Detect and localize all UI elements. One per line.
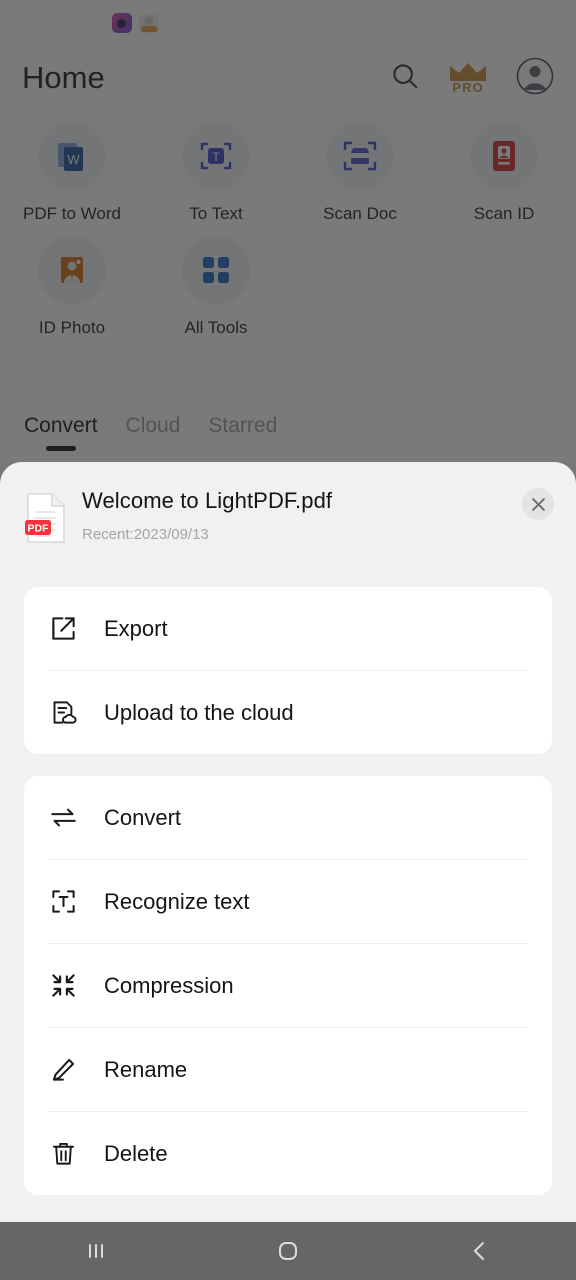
back-icon[interactable]	[384, 1237, 576, 1265]
menu-item-label: Rename	[104, 1056, 188, 1082]
menu-item-delete[interactable]: Delete	[24, 1112, 552, 1195]
svg-text:PDF: PDF	[28, 523, 50, 535]
menu-item-export[interactable]: Export	[24, 587, 552, 670]
file-meta: Welcome to LightPDF.pdf Recent:2023/09/1…	[82, 488, 552, 549]
menu-item-recognize-text[interactable]: Recognize text	[24, 860, 552, 943]
compression-icon	[48, 971, 78, 1001]
recognize-text-icon	[48, 887, 78, 917]
file-recent-date: Recent:2023/09/13	[82, 526, 209, 543]
export-icon	[48, 614, 78, 644]
android-nav-bar	[0, 1222, 576, 1280]
rename-icon	[48, 1055, 78, 1085]
home-icon[interactable]	[192, 1237, 384, 1265]
menu-item-label: Upload to the cloud	[104, 699, 294, 725]
menu-item-compression[interactable]: Compression	[24, 944, 552, 1027]
delete-icon	[48, 1139, 78, 1169]
convert-icon	[48, 803, 78, 833]
menu-item-label: Recognize text	[104, 888, 250, 914]
menu-item-label: Compression	[104, 972, 234, 998]
menu-item-convert[interactable]: Convert	[24, 776, 552, 859]
menu-item-label: Delete	[104, 1140, 168, 1166]
sheet-header: PDF Welcome to LightPDF.pdf Recent:2023/…	[0, 462, 576, 549]
menu-item-upload-to-the-cloud[interactable]: Upload to the cloud	[24, 671, 552, 754]
sheet-group-primary: Export Upload to the cloud	[24, 587, 552, 754]
menu-item-label: Convert	[104, 804, 182, 830]
menu-item-label: Export	[104, 615, 168, 641]
menu-item-rename[interactable]: Rename	[24, 1028, 552, 1111]
upload-cloud-icon	[48, 698, 78, 728]
sheet-group-actions: Convert Recognize text Compression Renam…	[24, 776, 552, 1195]
close-button[interactable]	[522, 488, 554, 520]
file-name: Welcome to LightPDF.pdf	[82, 488, 333, 513]
phone-screen: 14:17	[0, 0, 576, 1280]
pdf-file-icon: PDF	[24, 488, 70, 549]
recents-icon[interactable]	[0, 1237, 192, 1265]
file-actions-sheet: PDF Welcome to LightPDF.pdf Recent:2023/…	[0, 462, 576, 1222]
